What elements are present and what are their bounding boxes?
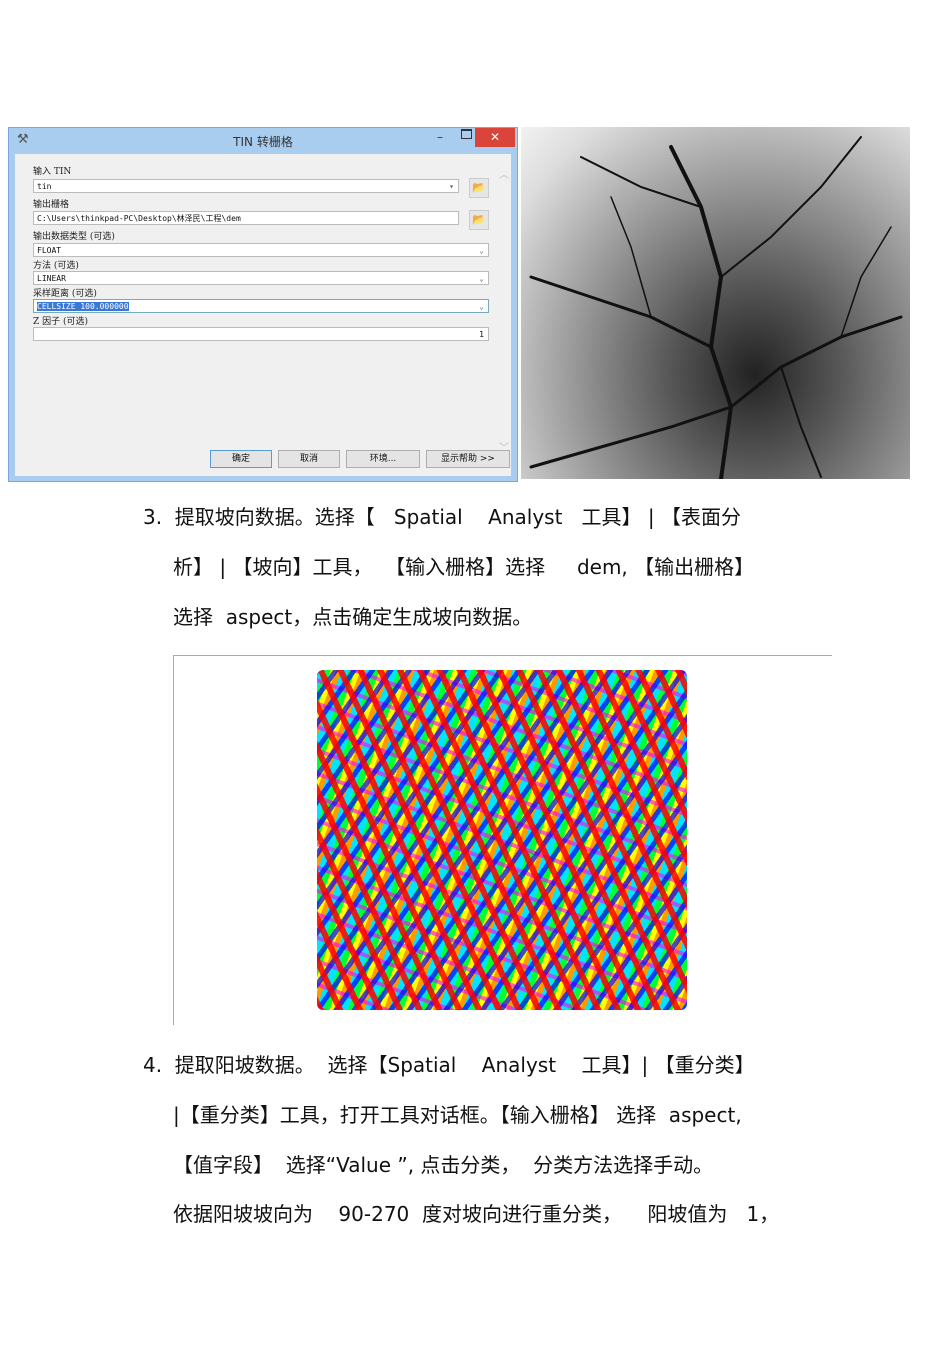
scroll-up-icon[interactable]: ︿ [499,166,509,181]
sampling-select[interactable]: CELLSIZE 100.000000 ⌄ [33,299,489,313]
step4-line4: 依据阳坡坡向为 90-270 度对坡向进行重分类， 阳坡值为 1， [173,1202,780,1226]
dropdown-icon: ▾ [449,182,454,191]
dialog-body: 输入 TIN tin ▾ 📂 输出栅格 C:\Users\thinkpad-PC\… [15,154,511,476]
step4-line1: 4. 提取阳坡数据。 选择【Spatial Analyst 工具】| 【重分类】 [143,1053,755,1077]
browse-folder-icon[interactable]: 📂 [469,178,489,198]
minimize-button[interactable]: – [437,130,443,144]
output-raster-label: 输出栅格 [33,200,70,210]
data-type-label: 输出数据类型 (可选) [33,232,115,242]
cancel-button[interactable]: 取消 [278,450,340,468]
zfactor-input[interactable]: 1 [33,327,489,341]
step3-line1: 3. 提取坡向数据。选择【 Spatial Analyst 工具】 | 【表面分 [143,505,741,529]
tin-to-raster-dialog: ⚒ TIN 转栅格 – ✕ 输入 TIN tin ▾ 📂 输出栅格 C:\User… [8,127,518,482]
chevron-down-icon: ⌄ [479,246,484,255]
step4-line3: 【值字段】 选择“Value ”, 点击分类， 分类方法选择手动。 [173,1153,714,1177]
input-tin-select[interactable]: tin ▾ [33,179,459,193]
aspect-raster-image [317,670,687,1010]
drainage-network-graphic [529,136,903,481]
data-type-value: FLOAT [37,246,62,255]
zfactor-label: Z 因子 (可选) [33,317,88,327]
method-value: LINEAR [37,274,66,283]
close-button[interactable]: ✕ [475,128,515,147]
browse-folder-icon[interactable]: 📂 [469,210,489,230]
step4-line2: |【重分类】工具，打开工具对话框。【输入栅格】 选择 aspect, [173,1103,742,1127]
input-tin-value: tin [37,182,52,191]
method-select[interactable]: LINEAR ⌄ [33,271,489,285]
data-type-select[interactable]: FLOAT ⌄ [33,243,489,257]
ok-button[interactable]: 确定 [210,450,272,468]
sampling-label: 采样距离 (可选) [33,289,97,299]
method-label: 方法 (可选) [33,261,79,271]
sampling-value: CELLSIZE 100.000000 [37,302,129,311]
chevron-down-icon: ⌄ [479,274,484,283]
step3-line2: 析】 | 【坡向】工具， 【输入栅格】选择 dem, 【输出栅格】 [173,555,755,579]
title-bar: ⚒ TIN 转栅格 – ✕ [9,128,517,154]
output-raster-input[interactable]: C:\Users\thinkpad-PC\Desktop\林泽民\工程\dem [33,211,459,225]
show-help-button[interactable]: 显示帮助 >> [426,450,510,468]
maximize-button[interactable] [461,129,472,139]
dem-raster-image [521,127,910,481]
chevron-down-icon: ⌄ [479,302,484,311]
step3-line3: 选择 aspect，点击确定生成坡向数据。 [173,605,533,629]
input-tin-label: 输入 TIN [33,167,72,177]
environments-button[interactable]: 环境... [346,450,420,468]
